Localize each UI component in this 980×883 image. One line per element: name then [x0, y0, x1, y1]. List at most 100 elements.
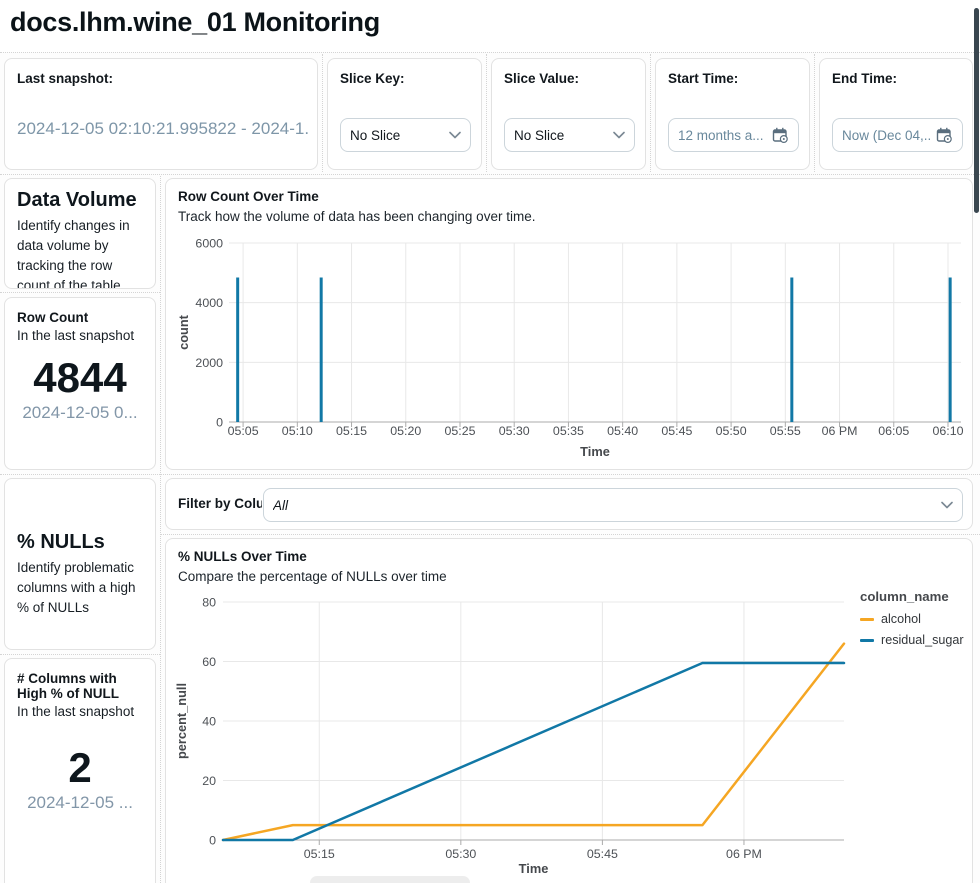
svg-text:20: 20 — [202, 774, 216, 788]
svg-text:05:05: 05:05 — [228, 424, 259, 438]
clipped-bottom-element — [310, 876, 470, 883]
column-filter-select[interactable]: All — [263, 488, 963, 522]
pct-nulls-card: % NULLs Identify problematic columns wit… — [4, 478, 156, 650]
title-bar: docs.lhm.wine_01 Monitoring — [0, 0, 980, 52]
svg-text:Time: Time — [580, 444, 610, 459]
data-volume-description: Identify changes in data volume by track… — [17, 216, 143, 289]
legend-swatch — [860, 639, 874, 642]
svg-text:0: 0 — [209, 834, 216, 848]
row-count-chart-card: Row Count Over Time Track how the volume… — [165, 178, 973, 470]
svg-text:05:50: 05:50 — [716, 424, 747, 438]
grid-divider — [486, 54, 487, 172]
legend-item: alcohol — [860, 612, 970, 626]
pct-nulls-chart-card: % NULLs Over Time Compare the percentage… — [165, 538, 973, 883]
high-null-columns-title: # Columns with High % of NULL — [17, 671, 143, 701]
grid-divider — [0, 654, 160, 655]
grid-divider — [0, 474, 980, 475]
svg-text:06:05: 06:05 — [878, 424, 909, 438]
svg-text:60: 60 — [202, 655, 216, 669]
svg-text:05:15: 05:15 — [336, 424, 367, 438]
grid-divider — [0, 174, 980, 175]
legend-label: residual_sugar — [881, 633, 964, 647]
pct-nulls-description: Identify problematic columns with a high… — [17, 558, 143, 618]
grid-divider — [650, 54, 651, 172]
svg-text:40: 40 — [202, 715, 216, 729]
start-time-input[interactable]: 12 months a... — [668, 118, 799, 152]
slice-key-select[interactable]: No Slice — [340, 118, 471, 152]
data-volume-title: Data Volume — [17, 189, 143, 212]
legend-label: alcohol — [881, 612, 921, 626]
high-null-columns-card: # Columns with High % of NULL In the las… — [4, 658, 156, 883]
svg-text:05:45: 05:45 — [661, 424, 692, 438]
slice-value-label: Slice Value: — [504, 71, 633, 86]
svg-text:05:35: 05:35 — [553, 424, 584, 438]
last-snapshot-value: 2024-12-05 02:10:21.995822 - 2024-1... — [17, 119, 309, 139]
slice-value-selected-value: No Slice — [514, 128, 609, 143]
calendar-clock-icon — [936, 127, 953, 144]
vertical-scrollbar-thumb[interactable] — [974, 8, 979, 213]
legend-title: column_name — [860, 589, 970, 604]
svg-text:06:10: 06:10 — [932, 424, 963, 438]
svg-text:05:10: 05:10 — [282, 424, 313, 438]
high-null-columns-subtitle: In the last snapshot — [17, 704, 143, 719]
start-time-label: Start Time: — [668, 71, 797, 86]
slice-value-select[interactable]: No Slice — [504, 118, 635, 152]
slice-key-label: Slice Key: — [340, 71, 469, 86]
svg-text:count: count — [176, 314, 191, 350]
end-time-value: Now (Dec 04,... — [842, 128, 932, 143]
svg-text:05:55: 05:55 — [770, 424, 801, 438]
chart-legend: column_name alcohol residual_sugar — [860, 589, 970, 654]
grid-divider — [160, 534, 980, 535]
svg-text:2000: 2000 — [195, 356, 223, 370]
legend-swatch — [860, 618, 874, 621]
legend-item: residual_sugar — [860, 633, 970, 647]
slice-value-card: Slice Value: No Slice — [491, 58, 646, 170]
svg-text:6000: 6000 — [195, 237, 223, 251]
start-time-card: Start Time: 12 months a... — [655, 58, 810, 170]
end-time-card: End Time: Now (Dec 04,... — [819, 58, 973, 170]
page-title: docs.lhm.wine_01 Monitoring — [10, 7, 380, 38]
row-count-chart: 0 2000 4000 6000 05:05 05:10 05:15 05:20 05:25 05… — [166, 179, 973, 470]
last-snapshot-label: Last snapshot: — [17, 71, 305, 86]
end-time-input[interactable]: Now (Dec 04,... — [832, 118, 963, 152]
svg-text:80: 80 — [202, 596, 216, 610]
svg-text:0: 0 — [216, 416, 223, 430]
svg-text:06 PM: 06 PM — [822, 424, 858, 438]
slice-key-card: Slice Key: No Slice — [327, 58, 482, 170]
calendar-clock-icon — [772, 127, 789, 144]
row-count-card: Row Count In the last snapshot 4844 2024… — [4, 297, 156, 470]
svg-text:Time: Time — [519, 861, 549, 876]
svg-text:05:15: 05:15 — [304, 847, 335, 861]
grid-divider — [0, 52, 980, 53]
svg-text:4000: 4000 — [195, 296, 223, 310]
svg-text:05:45: 05:45 — [587, 847, 618, 861]
column-filter-selected-value: All — [273, 498, 937, 513]
high-null-columns-timestamp: 2024-12-05 ... — [17, 793, 143, 813]
last-snapshot-card: Last snapshot: 2024-12-05 02:10:21.99582… — [4, 58, 318, 170]
svg-text:05:40: 05:40 — [607, 424, 638, 438]
dashboard-canvas: docs.lhm.wine_01 Monitoring Last snapsho… — [0, 0, 980, 883]
row-count-subtitle: In the last snapshot — [17, 328, 143, 343]
start-time-value: 12 months a... — [678, 128, 768, 143]
pct-nulls-chart: 0 20 40 60 80 05:15 05:30 05:45 06 PM Time percent… — [166, 539, 973, 883]
data-volume-card: Data Volume Identify changes in data vol… — [4, 178, 156, 289]
pct-nulls-title: % NULLs — [17, 531, 143, 554]
svg-text:05:20: 05:20 — [390, 424, 421, 438]
grid-divider — [160, 176, 161, 883]
slice-key-selected-value: No Slice — [350, 128, 445, 143]
high-null-columns-value: 2 — [17, 745, 143, 791]
column-filter-label: Filter by Column ... — [178, 496, 262, 511]
chevron-down-icon — [449, 131, 461, 139]
svg-text:percent_null: percent_null — [174, 683, 189, 759]
svg-text:06 PM: 06 PM — [726, 847, 762, 861]
row-count-timestamp: 2024-12-05 0... — [17, 403, 143, 423]
row-count-value: 4844 — [17, 355, 143, 401]
svg-text:05:25: 05:25 — [444, 424, 475, 438]
grid-divider — [0, 292, 160, 293]
grid-divider — [814, 54, 815, 172]
chevron-down-icon — [941, 501, 953, 509]
end-time-label: End Time: — [832, 71, 960, 86]
svg-text:05:30: 05:30 — [445, 847, 476, 861]
svg-text:05:30: 05:30 — [499, 424, 530, 438]
row-count-title: Row Count — [17, 310, 143, 325]
